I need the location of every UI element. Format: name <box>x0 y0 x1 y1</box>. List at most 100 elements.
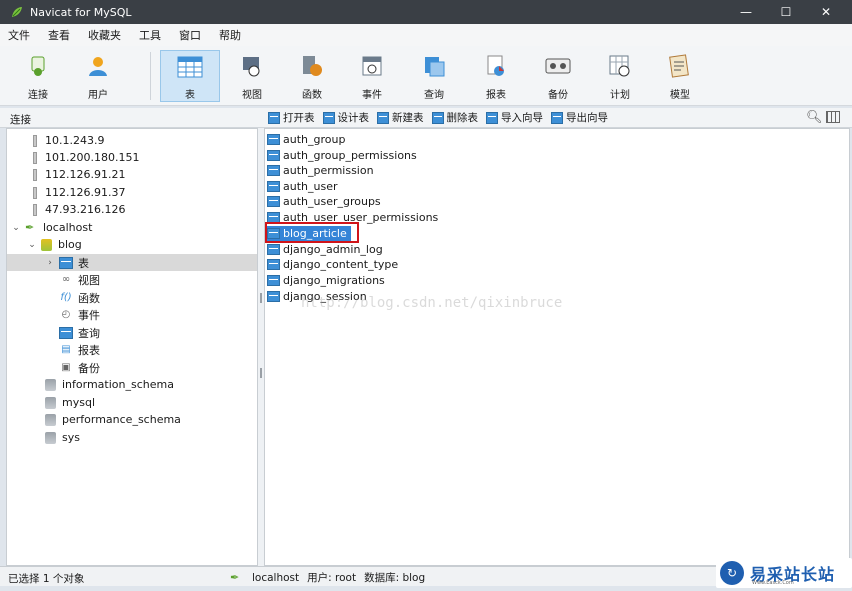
tree-server-item[interactable]: 101.200.180.151 <box>33 149 139 166</box>
server-label: 10.1.243.9 <box>45 134 105 147</box>
menu-window[interactable]: 窗口 <box>179 27 201 43</box>
schedule-icon <box>606 52 634 80</box>
tree-database-item[interactable]: mysql <box>45 394 95 411</box>
table-icon <box>267 134 280 145</box>
toolbar-event-button[interactable]: 事件 <box>344 50 400 102</box>
toolbar-function-button[interactable]: 函数 <box>284 50 340 102</box>
query-icon <box>59 326 73 339</box>
delete-table-button[interactable]: 删除表 <box>431 110 479 125</box>
tree-tables-node[interactable]: › 表 <box>7 254 257 271</box>
chevron-right-icon[interactable]: › <box>45 258 55 268</box>
design-table-label: 设计表 <box>337 112 370 124</box>
open-table-icon <box>268 111 280 124</box>
server-icon <box>33 203 37 216</box>
window-title: Navicat for MySQL <box>30 5 132 19</box>
database-icon <box>45 413 56 426</box>
toolbar-label: 模型 <box>670 90 690 101</box>
table-item[interactable]: auth_user <box>267 179 342 194</box>
toolbar-schedule-button[interactable]: 计划 <box>592 50 648 102</box>
tree-server-item[interactable]: 10.1.243.9 <box>33 132 104 149</box>
backup-icon: ▣ <box>61 361 71 373</box>
table-name: auth_permission <box>283 164 374 177</box>
tree-host-item[interactable]: ⌄ ✒ localhost <box>11 219 92 236</box>
import-wizard-label: 导入向导 <box>501 112 543 124</box>
close-button[interactable]: ✕ <box>806 0 846 24</box>
table-item[interactable]: django_migrations <box>267 273 389 288</box>
main-toolbar: 连接 用户 表 视图 函数 事件 查询 报表 备份 计划 模型 <box>0 46 852 106</box>
table-item[interactable]: auth_group <box>267 132 349 147</box>
design-table-button[interactable]: 设计表 <box>322 110 370 125</box>
tree-database-item[interactable]: performance_schema <box>45 411 181 428</box>
table-item[interactable]: django_content_type <box>267 257 402 272</box>
chevron-down-icon[interactable]: ⌄ <box>27 240 37 250</box>
menu-file[interactable]: 文件 <box>8 27 30 43</box>
splitter-grip <box>260 368 262 378</box>
splitter-grip <box>260 293 262 303</box>
chevron-down-icon[interactable]: ⌄ <box>11 223 21 233</box>
tree-database-item-blog[interactable]: ⌄ blog <box>27 236 82 253</box>
query-icon <box>420 52 448 80</box>
table-item[interactable]: auth_permission <box>267 163 378 178</box>
toolbar-query-button[interactable]: 查询 <box>406 50 462 102</box>
table-name: auth_user_groups <box>283 195 381 208</box>
tree-backups-node[interactable]: ▣ 备份 <box>59 359 100 376</box>
watermark: http://blog.csdn.net/qixinbruce <box>301 295 563 311</box>
backups-node-label: 备份 <box>78 361 100 375</box>
database-icon <box>45 431 56 444</box>
title-bar: Navicat for MySQL — ☐ ✕ <box>0 0 852 24</box>
table-name: django_admin_log <box>283 243 383 256</box>
tree-events-node[interactable]: ◴ 事件 <box>59 306 100 323</box>
new-table-button[interactable]: 新建表 <box>377 110 424 125</box>
toolbar-connection-button[interactable]: 连接 <box>10 50 66 102</box>
database-label: performance_schema <box>62 413 181 426</box>
server-label: 112.126.91.37 <box>45 186 126 199</box>
host-connected-icon: ✒ <box>25 220 35 234</box>
table-item[interactable]: auth_group_permissions <box>267 148 421 163</box>
import-wizard-button[interactable]: 导入向导 <box>486 110 543 125</box>
minimize-button[interactable]: — <box>726 0 766 24</box>
menu-tools[interactable]: 工具 <box>139 27 161 43</box>
status-user: 用户: root <box>307 572 357 584</box>
table-item[interactable]: auth_user_groups <box>267 194 385 209</box>
toolbar-view-button[interactable]: 视图 <box>224 50 280 102</box>
new-table-label: 新建表 <box>392 112 424 124</box>
database-icon <box>45 378 56 391</box>
toolbar-table-button[interactable]: 表 <box>160 50 220 102</box>
tree-server-item[interactable]: 112.126.91.21 <box>33 166 125 183</box>
table-icon <box>267 165 280 176</box>
tree-server-item[interactable]: 112.126.91.37 <box>33 184 125 201</box>
open-table-label: 打开表 <box>283 112 315 124</box>
tree-reports-node[interactable]: ▤ 报表 <box>59 341 100 358</box>
toolbar-label: 视图 <box>242 90 262 101</box>
grid-view-icon[interactable] <box>826 111 840 123</box>
toolbar-model-button[interactable]: 模型 <box>652 50 708 102</box>
export-wizard-button[interactable]: 导出向导 <box>551 110 608 125</box>
connection-status: ✒ localhost 用户: root 数据库: blog <box>230 570 433 585</box>
menu-view[interactable]: 查看 <box>48 27 70 43</box>
event-icon: ◴ <box>61 308 71 320</box>
tree-database-item[interactable]: information_schema <box>45 376 174 393</box>
toolbar-user-button[interactable]: 用户 <box>70 50 126 102</box>
delete-table-label: 删除表 <box>446 112 479 124</box>
menu-help[interactable]: 帮助 <box>219 27 241 43</box>
open-table-button[interactable]: 打开表 <box>268 110 315 125</box>
table-name: auth_user <box>283 180 338 193</box>
tree-database-item[interactable]: sys <box>45 429 80 446</box>
tree-views-node[interactable]: ∞ 视图 <box>59 271 100 288</box>
database-label: information_schema <box>62 378 174 391</box>
search-icon[interactable]: 🔍︎ <box>806 110 823 125</box>
toolbar-label: 事件 <box>362 90 382 101</box>
host-connected-icon: ✒ <box>230 570 240 584</box>
toolbar-backup-button[interactable]: 备份 <box>530 50 586 102</box>
maximize-button[interactable]: ☐ <box>766 0 806 24</box>
table-item[interactable]: django_admin_log <box>267 242 387 257</box>
tree-queries-node[interactable]: 查询 <box>59 324 100 341</box>
menu-favorites[interactable]: 收藏夹 <box>88 27 121 43</box>
database-label: mysql <box>62 396 95 409</box>
table-icon <box>59 256 73 269</box>
tree-functions-node[interactable]: f() 函数 <box>59 289 100 306</box>
toolbar-report-button[interactable]: 报表 <box>468 50 524 102</box>
report-icon <box>482 52 510 80</box>
tree-server-item[interactable]: 47.93.216.126 <box>33 201 125 218</box>
status-host: localhost <box>252 571 300 584</box>
